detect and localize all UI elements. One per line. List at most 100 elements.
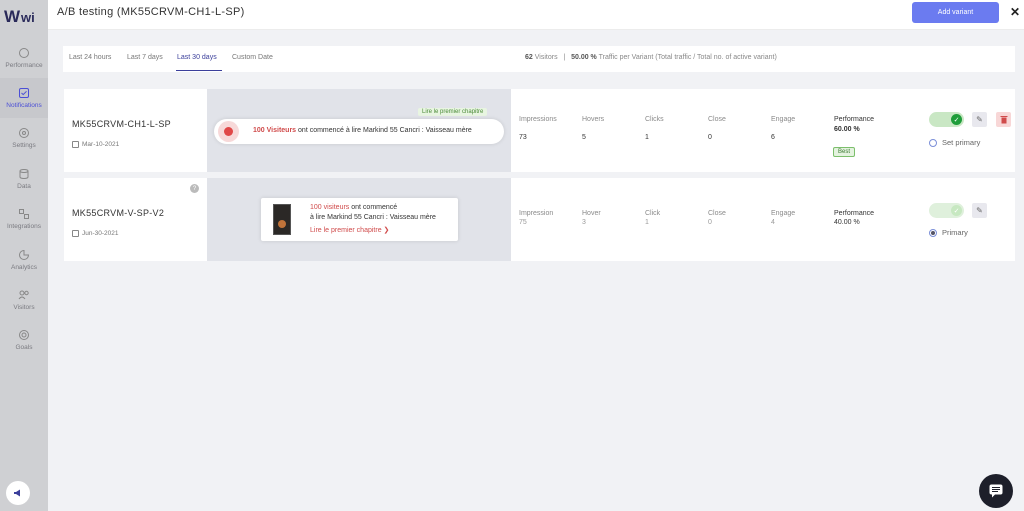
radio-circle-icon — [929, 138, 937, 147]
primary-label: Primary — [942, 228, 968, 237]
visitor-count-highlight: 100 Visiteurs — [253, 127, 297, 134]
visitors-count: 62 — [525, 54, 533, 61]
edit-icon: ✎ — [976, 115, 983, 124]
brand-logo[interactable]: W wi — [4, 6, 48, 28]
close-label: Close — [708, 116, 726, 123]
top-header: A/B testing (MK55CRVM-CH1-L-SP) Add vari… — [48, 0, 1024, 30]
impressions-value: 73 — [519, 134, 527, 141]
edit-icon: ✎ — [976, 206, 983, 215]
main-content: Last 24 hours Last 7 days Last 30 days C… — [48, 30, 1024, 511]
set-primary-radio[interactable]: Set primary — [929, 138, 980, 147]
impressions-value: 75 — [519, 219, 527, 226]
check-icon: ✓ — [951, 205, 962, 216]
filter-last-7-days[interactable]: Last 7 days — [127, 54, 163, 61]
box-notification: 100 visiteurs ont commencé à lire Markin… — [261, 198, 458, 241]
sidebar-item-label: Performance — [5, 62, 43, 69]
engage-value: 4 — [771, 219, 775, 226]
variant-card: MK55CRVM-CH1-L-SP Mar-10-2021 Lire le pr… — [64, 89, 1015, 172]
close-label: Close — [708, 210, 726, 217]
hovers-label: Hover — [582, 210, 601, 217]
sidebar-item-visitors[interactable]: Visitors — [0, 280, 48, 320]
sidebar-item-label: Settings — [12, 142, 36, 149]
close-value: 0 — [708, 219, 712, 226]
sidebar-item-label: Analytics — [10, 264, 37, 271]
impressions-label: Impression — [519, 210, 554, 217]
traffic-percent: 50.00 % — [571, 54, 597, 61]
delete-button[interactable] — [996, 112, 1011, 127]
megaphone-icon — [14, 489, 20, 497]
best-badge: Best — [833, 147, 856, 157]
variant-card: ? MK55CRVM-V-SP-V2 Jun-30-2021 100 visit… — [64, 178, 1015, 261]
settings-icon — [19, 128, 29, 138]
engage-label: Engage — [771, 210, 796, 217]
variant-date: Jun-30-2021 — [72, 230, 119, 237]
sidebar-item-analytics[interactable]: Analytics — [0, 240, 48, 280]
notification-message-1: ont commencé — [351, 204, 398, 211]
goals-icon — [19, 330, 29, 340]
check-icon: ✓ — [951, 114, 962, 125]
date-filter-bar: Last 24 hours Last 7 days Last 30 days C… — [63, 46, 1015, 72]
active-filter-underline — [176, 70, 222, 71]
sidebar-item-settings[interactable]: Settings — [0, 118, 48, 158]
cta-tag: Lire le premier chapitre — [418, 108, 488, 116]
hovers-label: Hovers — [582, 116, 605, 123]
notification-message: ont commencé à lire Markind 55 Cancri : … — [298, 127, 472, 134]
stats-separator: | — [563, 54, 566, 61]
clicks-label: Click — [645, 210, 661, 217]
filter-last-24-hours[interactable]: Last 24 hours — [69, 54, 111, 61]
notification-message-2: à lire Markind 55 Cancri : Vaisseau mère — [310, 214, 436, 221]
traffic-label: Traffic per Variant (Total traffic / Tot… — [598, 54, 777, 61]
close-icon[interactable]: ✕ — [1010, 5, 1020, 19]
engage-label: Engage — [771, 116, 796, 123]
filter-last-30-days[interactable]: Last 30 days — [177, 54, 217, 61]
integrations-icon — [19, 209, 29, 219]
sidebar-item-performance[interactable]: Performance — [0, 38, 48, 78]
variant-active-toggle[interactable]: ✓ — [929, 112, 964, 127]
pill-notification: 100 Visiteurs ont commencé à lire Markin… — [214, 119, 504, 144]
chat-button[interactable] — [979, 474, 1013, 508]
pulse-dot-icon — [218, 121, 239, 142]
performance-value: 60.00 % — [834, 126, 860, 133]
hovers-value: 3 — [582, 219, 586, 226]
help-icon[interactable]: ? — [190, 184, 199, 193]
notification-line-1: 100 visiteurs ont commencé — [310, 204, 397, 211]
edit-button[interactable]: ✎ — [972, 112, 987, 127]
engage-value: 6 — [771, 134, 775, 141]
sidebar-item-label: Visitors — [13, 304, 35, 311]
set-primary-label: Set primary — [942, 138, 981, 147]
read-chapter-link[interactable]: Lire le premier chapitre ❯ — [310, 226, 389, 234]
calendar-icon — [72, 230, 79, 237]
logo-text: wi — [21, 9, 35, 25]
add-variant-button[interactable]: Add variant — [912, 2, 999, 23]
sidebar-item-label: Goals — [15, 344, 33, 351]
hovers-value: 5 — [582, 134, 586, 141]
variant-name: MK55CRVM-CH1-L-SP — [72, 119, 171, 129]
filter-custom-date[interactable]: Custom Date — [232, 54, 273, 61]
variant-name: MK55CRVM-V-SP-V2 — [72, 208, 165, 218]
variant-active-toggle[interactable]: ✓ — [929, 203, 964, 218]
sidebar-item-notifications[interactable]: Notifications — [0, 78, 48, 118]
book-cover-image — [273, 204, 291, 235]
visitors-label: Visitors — [534, 54, 558, 61]
close-value: 0 — [708, 134, 712, 141]
notification-text: 100 Visiteurs ont commencé à lire Markin… — [253, 127, 472, 134]
calendar-icon — [72, 141, 79, 148]
read-chapter-link-text: Lire le premier chapitre — [310, 227, 382, 234]
sidebar-item-goals[interactable]: Goals — [0, 320, 48, 360]
radio-selected-icon — [929, 228, 937, 237]
edit-button[interactable]: ✎ — [972, 203, 987, 218]
logo-mark-icon: W — [4, 7, 20, 26]
primary-radio[interactable]: Primary — [929, 228, 968, 237]
clicks-value: 1 — [645, 134, 649, 141]
notifications-icon — [19, 88, 29, 98]
notification-preview: 100 visiteurs ont commencé à lire Markin… — [207, 178, 511, 261]
page-title: A/B testing (MK55CRVM-CH1-L-SP) — [57, 6, 245, 18]
traffic-stats: 62 Visitors | 50.00 % Traffic per Varian… — [525, 54, 777, 61]
sidebar-item-data[interactable]: Data — [0, 159, 48, 199]
announcement-button[interactable] — [6, 481, 30, 505]
sidebar: W wi Performance Notifications Settings … — [0, 0, 48, 511]
sidebar-item-integrations[interactable]: Integrations — [0, 199, 48, 239]
variant-date-text: Jun-30-2021 — [82, 230, 119, 237]
notification-preview: Lire le premier chapitre 100 Visiteurs o… — [207, 89, 511, 172]
clicks-value: 1 — [645, 219, 649, 226]
